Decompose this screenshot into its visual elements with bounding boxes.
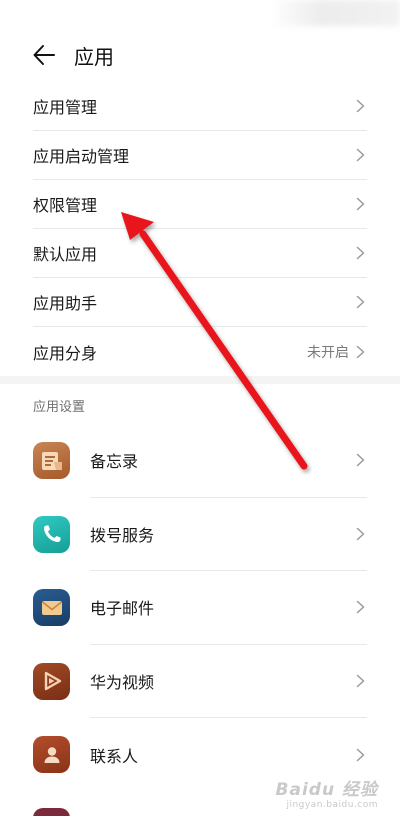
menu-item-label: 应用管理 bbox=[33, 98, 98, 117]
chevron-right-icon bbox=[356, 748, 365, 761]
menu-item-app-assistant[interactable]: 应用助手 bbox=[33, 278, 367, 327]
menu-item-label: 应用助手 bbox=[33, 294, 98, 313]
app-menu-list: 应用管理 应用启动管理 权限管理 默认应用 应用助手 应用分身 未开启 bbox=[33, 82, 367, 376]
app-item-dialer[interactable]: 拨号服务 bbox=[33, 498, 367, 571]
top-app-bar: 应用 bbox=[0, 30, 400, 80]
page-title: 应用 bbox=[74, 45, 114, 69]
menu-item-app-management[interactable]: 应用管理 bbox=[33, 82, 367, 131]
app-item-label: 华为视频 bbox=[90, 672, 155, 692]
section-divider bbox=[0, 376, 400, 384]
app-item-email[interactable]: 电子邮件 bbox=[33, 571, 367, 645]
chevron-right-icon bbox=[356, 148, 365, 162]
back-arrow-icon[interactable] bbox=[31, 42, 57, 68]
chevron-right-icon bbox=[356, 674, 365, 687]
app-icon-partial bbox=[33, 808, 70, 816]
menu-item-label: 应用启动管理 bbox=[33, 147, 130, 166]
menu-item-default-apps[interactable]: 默认应用 bbox=[33, 229, 367, 278]
phone-icon bbox=[33, 515, 70, 553]
chevron-right-icon bbox=[356, 295, 365, 309]
app-item-label: 联系人 bbox=[90, 746, 139, 766]
chevron-right-icon bbox=[356, 527, 365, 540]
menu-item-label: 默认应用 bbox=[33, 245, 98, 264]
watermark-url: jingyan.baidu.com bbox=[286, 800, 378, 810]
chevron-right-icon bbox=[356, 454, 365, 467]
status-bar bbox=[270, 0, 400, 26]
chevron-right-icon bbox=[356, 246, 365, 260]
app-item-label: 拨号服务 bbox=[90, 525, 155, 545]
app-settings-list: 备忘录 拨号服务 电子邮件 华为视频 联系人 bbox=[33, 424, 367, 792]
chevron-right-icon bbox=[356, 601, 365, 614]
section-title-app-settings: 应用设置 bbox=[33, 400, 86, 415]
menu-item-permission-management[interactable]: 权限管理 bbox=[33, 180, 367, 229]
chevron-right-icon bbox=[356, 99, 365, 113]
watermark-logo: Baidu 经验 bbox=[275, 780, 378, 800]
app-item-label: 电子邮件 bbox=[90, 599, 155, 619]
app-item-huawei-video[interactable]: 华为视频 bbox=[33, 645, 367, 718]
contact-icon bbox=[33, 736, 70, 774]
chevron-right-icon bbox=[356, 345, 365, 358]
chevron-right-icon bbox=[356, 197, 365, 211]
video-play-icon bbox=[33, 662, 70, 700]
app-item-memo[interactable]: 备忘录 bbox=[33, 424, 367, 498]
baidu-watermark: Baidu 经验 jingyan.baidu.com bbox=[276, 775, 378, 810]
menu-item-app-launch-management[interactable]: 应用启动管理 bbox=[33, 131, 367, 180]
memo-icon bbox=[33, 442, 70, 480]
mail-icon bbox=[33, 589, 70, 627]
app-item-label: 备忘录 bbox=[90, 452, 139, 472]
menu-item-status: 未开启 bbox=[307, 344, 349, 361]
menu-item-label: 应用分身 bbox=[33, 343, 98, 363]
menu-item-label: 权限管理 bbox=[33, 196, 98, 215]
menu-item-app-twin[interactable]: 应用分身 未开启 bbox=[33, 327, 367, 376]
